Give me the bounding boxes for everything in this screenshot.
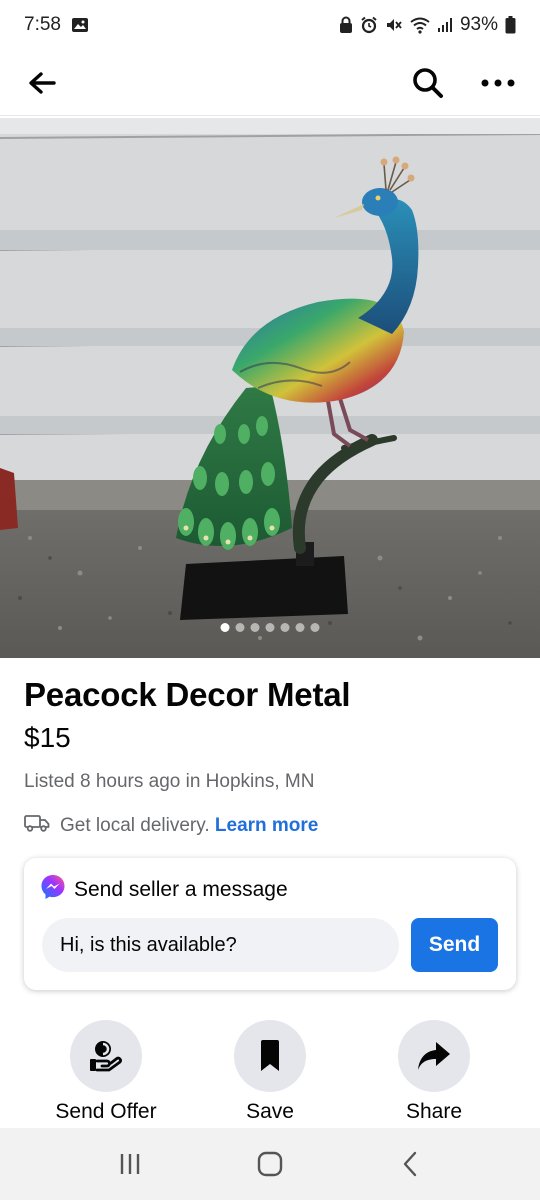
alarm-icon: [360, 16, 378, 34]
share-arrow-icon: [398, 1020, 470, 1092]
back-nav-icon[interactable]: [380, 1134, 440, 1194]
photo-dot[interactable]: [280, 623, 290, 632]
battery-icon: [505, 16, 516, 34]
message-seller-card: Send seller a message Send: [24, 858, 516, 990]
photo-dot[interactable]: [220, 623, 230, 632]
send-offer-button[interactable]: Send Offer: [31, 1020, 181, 1124]
share-button[interactable]: Share: [359, 1020, 509, 1124]
listing-photo[interactable]: [0, 118, 540, 658]
search-icon[interactable]: [408, 63, 448, 103]
status-time: 7:58: [24, 14, 61, 35]
messenger-icon: [40, 874, 66, 906]
mute-icon: [385, 16, 403, 34]
learn-more-link[interactable]: Learn more: [215, 815, 318, 836]
save-button[interactable]: Save: [195, 1020, 345, 1124]
listing-price: $15: [24, 722, 71, 753]
wifi-icon: [410, 16, 430, 34]
photo-pagination: [213, 619, 328, 636]
system-nav-bar: [0, 1128, 540, 1200]
offer-hand-icon: [70, 1020, 142, 1092]
photo-dot[interactable]: [235, 623, 245, 632]
bookmark-icon: [234, 1020, 306, 1092]
gallery-icon: [71, 17, 89, 33]
photo-dot[interactable]: [310, 623, 320, 632]
recent-apps-icon[interactable]: [100, 1134, 160, 1194]
app-header: [0, 50, 540, 116]
truck-icon: [24, 814, 50, 838]
photo-dot[interactable]: [295, 623, 305, 632]
delivery-row: Get local delivery. Learn more: [24, 814, 318, 838]
save-label: Save: [246, 1100, 294, 1123]
photo-dot[interactable]: [250, 623, 260, 632]
more-icon[interactable]: [478, 63, 518, 103]
action-row: Send Offer Save Share: [0, 1020, 540, 1128]
signal-icon: [437, 17, 453, 33]
message-input[interactable]: [42, 918, 399, 972]
delivery-text: Get local delivery.: [60, 815, 210, 836]
send-offer-label: Send Offer: [55, 1100, 157, 1123]
send-button[interactable]: Send: [411, 918, 498, 972]
home-icon[interactable]: [240, 1134, 300, 1194]
photo-dot[interactable]: [265, 623, 275, 632]
battery-percent: 93%: [459, 14, 498, 35]
status-bar: 7:58 93%: [0, 0, 540, 50]
lock-icon: [339, 16, 353, 34]
listing-title: Peacock Decor Metal: [24, 676, 351, 713]
message-heading: Send seller a message: [74, 878, 288, 901]
peacock-figurine-image: [0, 118, 540, 658]
listing-meta: Listed 8 hours ago in Hopkins, MN: [24, 771, 315, 792]
share-label: Share: [405, 1100, 463, 1123]
back-arrow-icon[interactable]: [22, 63, 62, 103]
